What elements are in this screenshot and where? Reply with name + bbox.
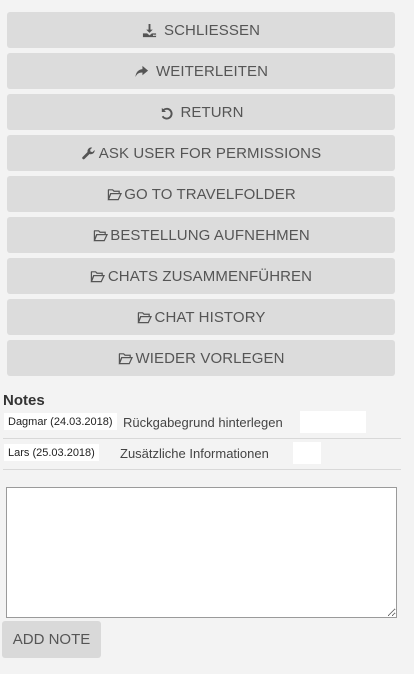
- go-to-travelfolder-label: GO TO TRAVELFOLDER: [124, 185, 296, 203]
- chats-zusammenfuehren-button[interactable]: CHATS ZUSAMMENFÜHREN: [7, 258, 395, 294]
- chats-zusammenfuehren-label: CHATS ZUSAMMENFÜHREN: [107, 267, 313, 285]
- note-item: Dagmar (24.03.2018) Rückgabegrund hinter…: [3, 409, 401, 439]
- folder-open-icon: [137, 309, 153, 325]
- wieder-vorlegen-button[interactable]: WIEDER VORLEGEN: [7, 340, 395, 376]
- wieder-vorlegen-label: WIEDER VORLEGEN: [135, 349, 285, 367]
- folder-open-icon: [90, 268, 106, 284]
- return-button[interactable]: RETURN: [7, 94, 395, 130]
- notes-heading: Notes: [3, 392, 45, 409]
- note-spacer: [300, 411, 366, 433]
- note-author: Lars (25.03.2018): [4, 444, 99, 461]
- note-input[interactable]: [6, 487, 397, 618]
- schliessen-button[interactable]: SCHLIESSEN: [7, 12, 395, 48]
- share-arrow-icon: [134, 63, 150, 79]
- bestellung-aufnehmen-button[interactable]: BESTELLUNG AUFNEHMEN: [7, 217, 395, 253]
- weiterleiten-button[interactable]: WEITERLEITEN: [7, 53, 395, 89]
- download-icon: [142, 22, 158, 38]
- go-to-travelfolder-button[interactable]: GO TO TRAVELFOLDER: [7, 176, 395, 212]
- ask-user-for-permissions-label: ASK USER FOR PERMISSIONS: [98, 144, 322, 162]
- wrench-icon: [81, 145, 97, 161]
- chat-history-label: CHAT HISTORY: [154, 308, 266, 326]
- bestellung-aufnehmen-label: BESTELLUNG AUFNEHMEN: [110, 226, 310, 244]
- note-spacer: [293, 442, 321, 464]
- weiterleiten-label: WEITERLEITEN: [155, 62, 269, 80]
- folder-open-icon: [106, 186, 122, 202]
- ask-user-for-permissions-button[interactable]: ASK USER FOR PERMISSIONS: [7, 135, 395, 171]
- chat-history-button[interactable]: CHAT HISTORY: [7, 299, 395, 335]
- add-note-button[interactable]: ADD NOTE: [2, 621, 101, 658]
- schliessen-label: SCHLIESSEN: [163, 21, 261, 39]
- action-list: SCHLIESSEN WEITERLEITEN RETURN ASK USER …: [7, 12, 395, 381]
- note-text: Rückgabegrund hinterlegen: [123, 415, 283, 430]
- undo-icon: [158, 104, 174, 120]
- folder-open-icon: [117, 350, 133, 366]
- folder-open-icon: [92, 227, 108, 243]
- note-item: Lars (25.03.2018) Zusätzliche Informatio…: [3, 440, 401, 470]
- note-text: Zusätzliche Informationen: [120, 446, 269, 461]
- return-label: RETURN: [180, 103, 244, 121]
- note-author: Dagmar (24.03.2018): [4, 413, 117, 430]
